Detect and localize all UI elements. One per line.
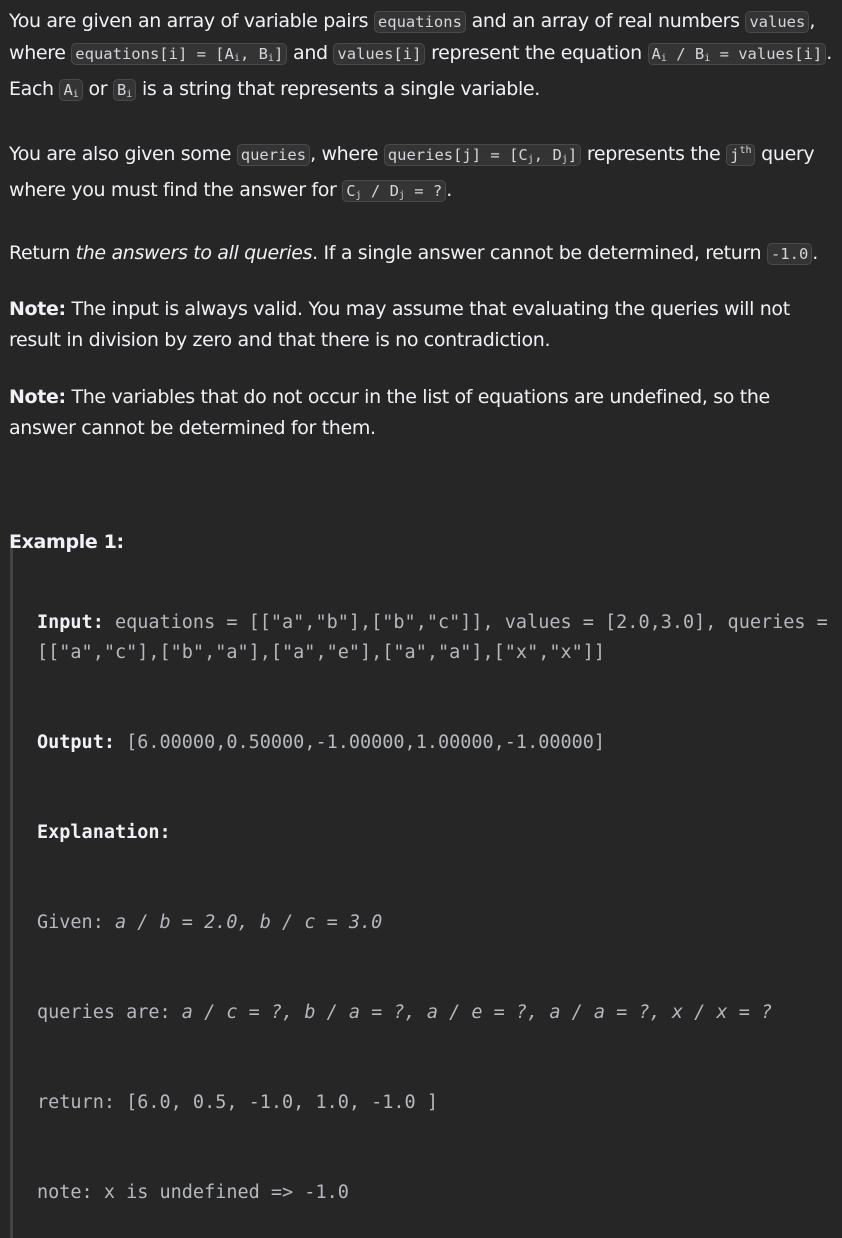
note-label: Note: — [9, 386, 66, 408]
input-label: Input: — [37, 612, 104, 633]
example-return: return: [6.0, 0.5, -1.0, 1.0, -1.0 ] — [37, 1092, 438, 1113]
output-label: Output: — [37, 732, 115, 753]
given-label: Given: — [37, 912, 115, 933]
text: and — [287, 42, 334, 64]
queries-label: queries are: — [37, 1002, 182, 1023]
paragraph-note-undefined: Note: The variables that do not occur in… — [9, 382, 835, 444]
inline-code-bi: Bi — [112, 79, 137, 101]
example-input: Input: equations = [["a","b"],["b","c"]]… — [37, 608, 842, 668]
inline-code-ai: Ai — [59, 79, 83, 101]
queries-text: a / c = ?, b / a = ?, a / e = ?, a / a =… — [181, 1002, 773, 1023]
text: is a string that represents a single var… — [136, 78, 540, 100]
output-text: [6.00000,0.50000,-1.00000,1.00000,-1.000… — [114, 732, 606, 753]
emphasis-text: the answers to all queries — [75, 242, 313, 264]
paragraph-note-valid: Note: The input is always valid. You may… — [9, 294, 835, 356]
input-text: equations = [["a","b"],["b","c"]], value… — [37, 612, 839, 663]
paragraph-return: Return the answers to all queries. If a … — [9, 238, 835, 270]
inline-code-equations-i: equations[i] = [Ai, Bi] — [71, 43, 288, 65]
inline-code-queries: queries — [236, 144, 311, 166]
inline-code-jth: jth — [726, 144, 756, 166]
example-queries: queries are: a / c = ?, b / a = ?, a / e… — [37, 998, 842, 1028]
inline-code-query-expr: Cj / Dj = ? — [342, 180, 447, 202]
text: You are given an array of variable pairs — [9, 10, 374, 32]
text: represent the equation — [425, 42, 648, 64]
inline-code-values-i: values[i] — [333, 43, 426, 65]
text: You are also given some — [9, 143, 237, 165]
inline-code-minus-one: -1.0 — [766, 243, 813, 265]
text: or — [82, 78, 113, 100]
text: Return — [9, 242, 76, 264]
inline-code-queries-j: queries[j] = [Cj, Dj] — [383, 144, 582, 166]
example-block: Input: equations = [["a","b"],["b","c"]]… — [10, 548, 842, 1238]
note-text: The variables that do not occur in the l… — [9, 386, 770, 439]
note-text: The input is always valid. You may assum… — [9, 298, 790, 351]
text: . If a single answer cannot be determine… — [312, 242, 767, 264]
problem-description: You are given an array of variable pairs… — [9, 6, 835, 558]
text: represents the — [581, 143, 727, 165]
given-text: a / b = 2.0, b / c = 3.0 — [114, 912, 383, 933]
explanation-label: Explanation: — [37, 822, 171, 843]
inline-code-values: values — [745, 11, 810, 33]
example-explanation-label: Explanation: — [37, 818, 842, 848]
example-given: Given: a / b = 2.0, b / c = 3.0 — [37, 908, 842, 938]
paragraph-queries: You are also given some queries, where q… — [9, 135, 835, 211]
inline-code-equation: Ai / Bi = values[i] — [647, 43, 827, 65]
paragraph-equations: You are given an array of variable pairs… — [9, 6, 835, 110]
inline-code-equations: equations — [373, 11, 466, 33]
text: and an array of real numbers — [465, 10, 746, 32]
note-label: Note: — [9, 298, 66, 320]
example-note: note: x is undefined => -1.0 — [37, 1182, 349, 1203]
text: . — [446, 179, 452, 201]
text: . — [812, 242, 818, 264]
example-output: Output: [6.00000,0.50000,-1.00000,1.0000… — [37, 728, 842, 758]
text: , where — [310, 143, 384, 165]
